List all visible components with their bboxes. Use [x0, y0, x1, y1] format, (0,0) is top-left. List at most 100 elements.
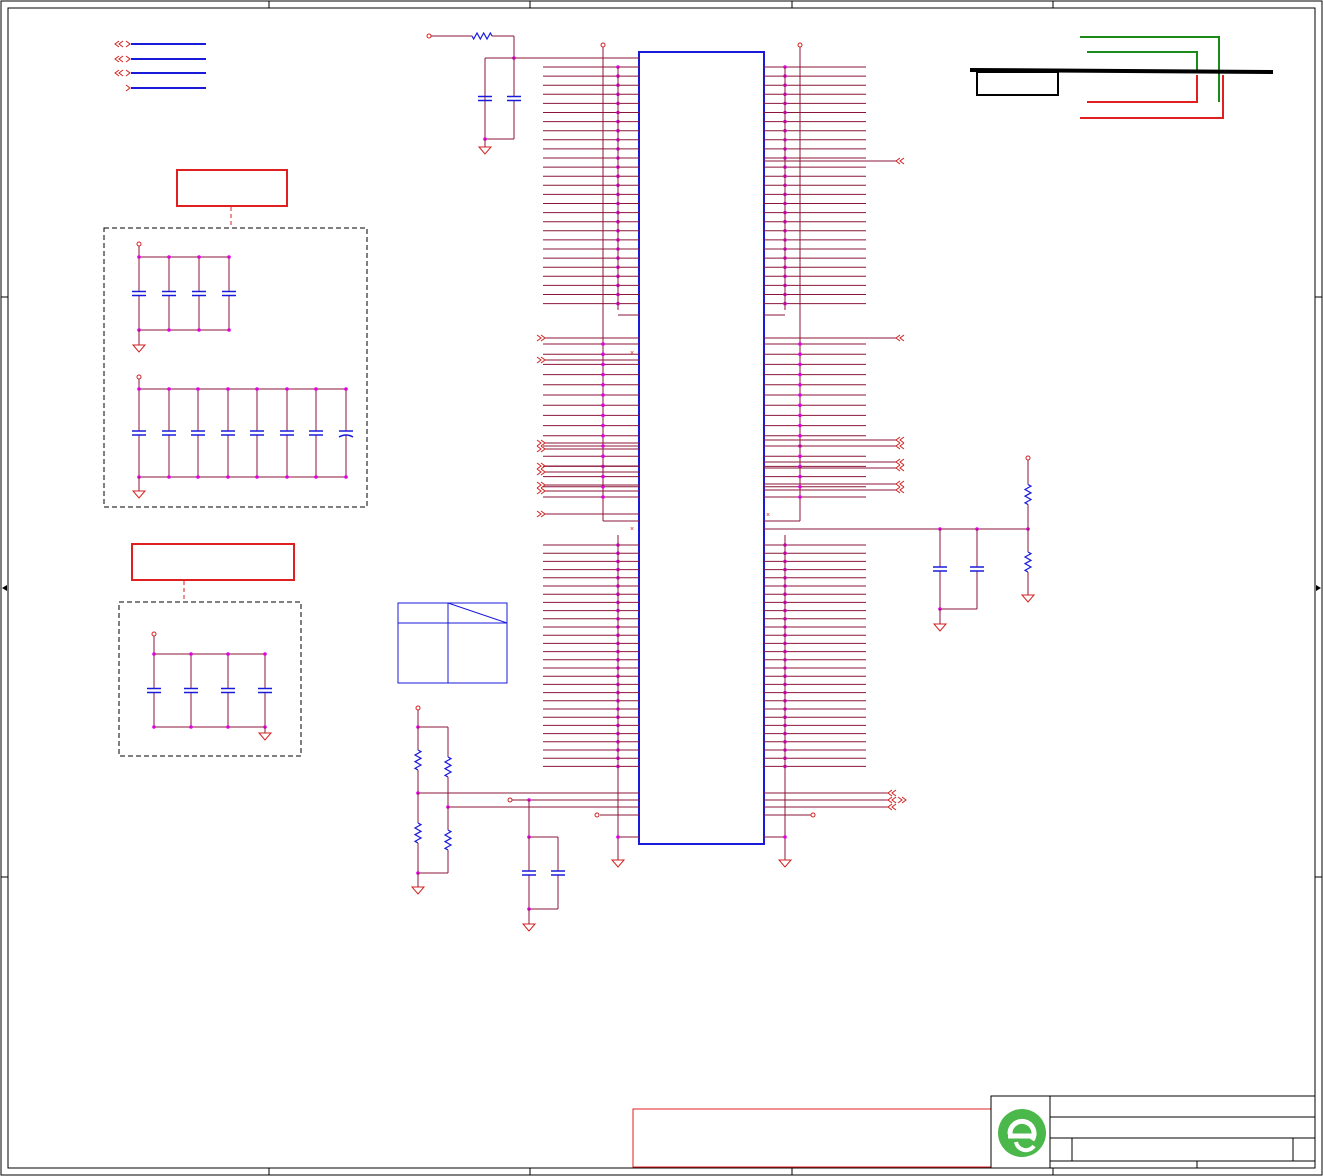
- ground-icon: [521, 923, 537, 932]
- junction-dot: [197, 328, 201, 332]
- junction-dot: [798, 383, 802, 387]
- capacitor-icon: [184, 687, 198, 694]
- power-pin-icon: [1025, 455, 1031, 461]
- capacitor-icon: [258, 687, 272, 694]
- junction-dot: [285, 387, 289, 391]
- junction-dot: [798, 372, 802, 377]
- capacitor-icon: [522, 870, 536, 876]
- power-pin-icon: [151, 631, 157, 637]
- off-page-connector-icon: [895, 486, 905, 494]
- power-pin-icon: [426, 33, 432, 39]
- junction-dot: [798, 485, 802, 489]
- junction-dot: [601, 434, 605, 438]
- resistor-icon: [413, 822, 423, 844]
- junction-dot: [255, 475, 259, 479]
- junction-dot: [601, 383, 605, 387]
- junction-dot: [226, 652, 230, 656]
- capacitor-icon: [132, 290, 146, 297]
- resistor-icon: [471, 31, 493, 41]
- capacitor-icon: [250, 430, 264, 436]
- capacitor-icon: [551, 870, 565, 876]
- off-page-connector-icon: [887, 803, 897, 811]
- capacitor-icon: [147, 687, 161, 694]
- border-arrow-icon: [2, 585, 1321, 591]
- junction-dot: [167, 255, 171, 259]
- resistor-icon: [1023, 551, 1033, 573]
- off-page-connector-icon: [536, 510, 546, 518]
- resistor-icon: [443, 756, 453, 778]
- sheet-border: [0, 0, 1323, 1176]
- junction-dot: [344, 475, 348, 479]
- capacitor-icon: [507, 95, 521, 102]
- off-page-connector-icon: [895, 442, 905, 450]
- junction-dot: [314, 475, 318, 479]
- junction-dot: [197, 255, 201, 259]
- power-pin-icon: [136, 241, 142, 247]
- junction-dot: [798, 434, 802, 438]
- junction-dot: [285, 475, 289, 479]
- junction-dot: [601, 423, 605, 428]
- ground-icon: [410, 886, 426, 895]
- junction-dot: [798, 423, 802, 428]
- junction-dot: [137, 255, 141, 259]
- power-pin-icon: [415, 705, 421, 711]
- no-connect-icon: ×: [630, 526, 634, 533]
- junction-dot: [167, 475, 171, 479]
- ground-icon: [477, 146, 493, 155]
- junction-dot: [196, 475, 200, 479]
- junction-dot: [798, 474, 802, 479]
- junction-dot: [152, 652, 156, 656]
- off-page-connector-icon: [887, 796, 897, 804]
- ground-icon: [610, 859, 626, 868]
- junction-dot: [601, 403, 605, 408]
- capacitor-icon: [222, 290, 236, 297]
- capacitor-icon: [192, 290, 206, 297]
- junction-dot: [601, 362, 605, 367]
- junction-dot: [189, 652, 193, 656]
- off-page-connector-icon: [895, 464, 905, 472]
- capacitor-icon: [132, 430, 146, 436]
- junction-dot: [783, 835, 787, 839]
- junction-dot: [601, 444, 605, 448]
- junction-dot: [798, 362, 802, 367]
- off-page-connector-icon: [895, 157, 905, 165]
- capacitor-icon: [162, 430, 176, 436]
- junction-dot: [798, 342, 802, 346]
- junction-dot: [601, 372, 605, 377]
- ground-icon: [257, 732, 273, 741]
- junction-dot: [344, 387, 348, 391]
- rc-filter-top: [426, 31, 639, 155]
- no-connect-icon: ×: [630, 350, 634, 357]
- resistor-icon: [1023, 483, 1033, 506]
- off-page-connector-icon: [536, 356, 546, 364]
- decoupling-group-1: [103, 169, 368, 508]
- company-logo-icon: [998, 1109, 1046, 1157]
- junction-dot: [601, 454, 605, 459]
- resistor-divider: [410, 705, 639, 932]
- junction-dot: [189, 725, 193, 729]
- main-ic: × × ×: [536, 42, 907, 868]
- bus-connectors: [114, 40, 206, 92]
- junction-dot: [227, 255, 231, 259]
- notes-box: [632, 1108, 992, 1168]
- junction-dot: [152, 725, 156, 729]
- junction-dot: [226, 725, 230, 729]
- capacitor-icon: [933, 566, 947, 572]
- junction-dot: [798, 352, 802, 357]
- junction-dot: [616, 835, 620, 839]
- junction-dot: [798, 454, 802, 459]
- routing-block: [969, 36, 1274, 119]
- capacitor-icon: [191, 430, 205, 436]
- junction-dot: [601, 393, 605, 397]
- ground-icon: [131, 344, 147, 353]
- junction-dot: [196, 387, 200, 391]
- junction-dot: [798, 413, 802, 418]
- junction-dot: [601, 495, 605, 499]
- off-page-connector-icon: [536, 487, 546, 495]
- option-table: [397, 602, 508, 684]
- power-pin-icon: [594, 812, 600, 818]
- junction-dot: [167, 328, 171, 332]
- resistor-icon: [443, 829, 453, 851]
- junction-dot: [263, 652, 267, 656]
- power-pin-icon: [810, 812, 816, 818]
